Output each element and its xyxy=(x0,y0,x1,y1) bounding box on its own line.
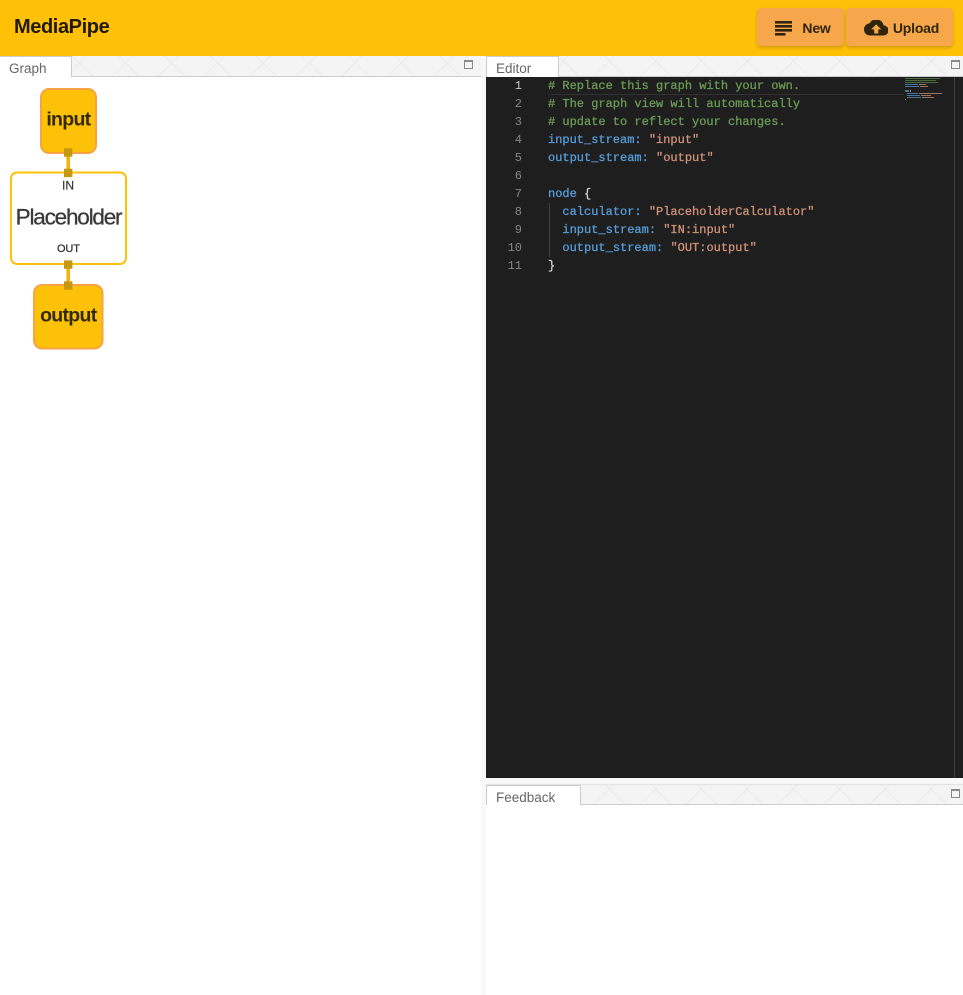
svg-text:Placeholder: Placeholder xyxy=(16,205,123,230)
svg-text:OUT: OUT xyxy=(57,243,80,255)
svg-text:output: output xyxy=(40,304,98,326)
svg-text:IN: IN xyxy=(62,179,74,193)
svg-text:input: input xyxy=(46,109,91,131)
